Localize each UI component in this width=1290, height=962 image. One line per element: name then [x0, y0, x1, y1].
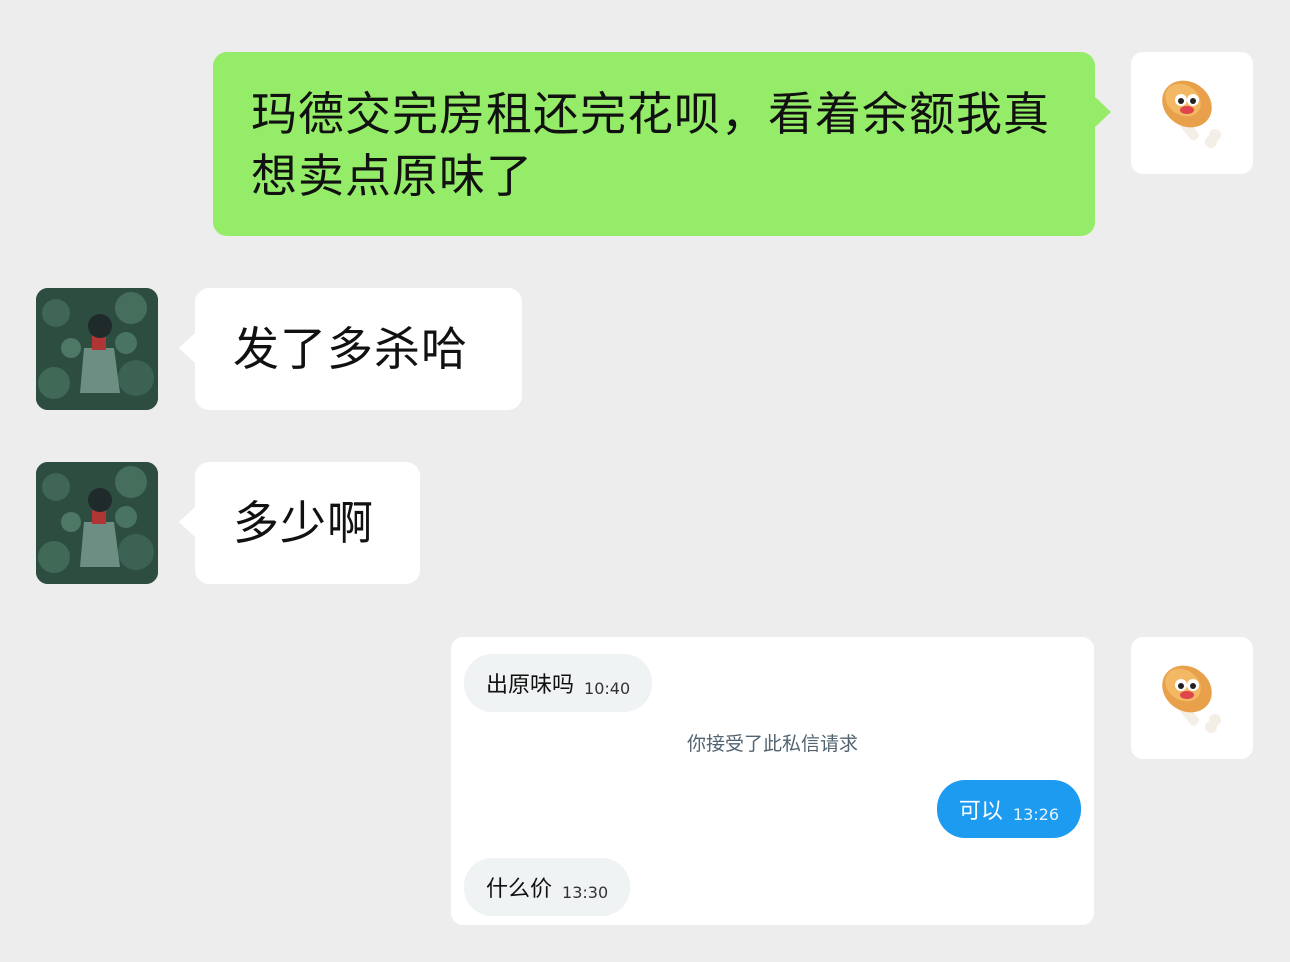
message-bubble-other[interactable]: 发了多杀哈 [179, 288, 522, 410]
fried-chicken-icon [1162, 665, 1221, 733]
dm-time: 13:30 [562, 882, 609, 902]
dm-bubble-incoming: 出原味吗 10:40 [464, 654, 653, 712]
system-notice: 你接受了此私信请求 [686, 733, 858, 755]
dm-text: 出原味吗 [486, 673, 575, 698]
dm-text: 可以 [958, 799, 1003, 824]
fried-chicken-icon [1162, 80, 1221, 148]
message-bubble-other[interactable]: 多少啊 [179, 462, 420, 584]
message-text: 玛德交完房租还完花呗，看着余额我真想卖点原味了 [251, 87, 1050, 203]
self-avatar[interactable] [1131, 637, 1253, 759]
person-foliage-image [36, 288, 158, 410]
person-foliage-image [36, 462, 158, 584]
self-avatar[interactable] [1131, 52, 1253, 174]
dm-text: 什么价 [486, 877, 553, 902]
other-avatar[interactable] [36, 288, 158, 410]
dm-bubble-outgoing: 可以 13:26 [936, 780, 1081, 838]
other-avatar[interactable] [36, 462, 158, 584]
message-text: 多少啊 [233, 496, 374, 550]
dm-time: 13:26 [1012, 804, 1059, 824]
message-text: 发了多杀哈 [233, 322, 468, 376]
message-bubble-self[interactable]: 玛德交完房租还完花呗，看着余额我真想卖点原味了 [213, 52, 1111, 236]
image-message-screenshot[interactable]: 出原味吗 10:40 你接受了此私信请求 可以 13:26 什么价 13:30 [451, 637, 1094, 925]
dm-time: 10:40 [584, 678, 631, 698]
dm-bubble-incoming: 什么价 13:30 [464, 858, 631, 916]
